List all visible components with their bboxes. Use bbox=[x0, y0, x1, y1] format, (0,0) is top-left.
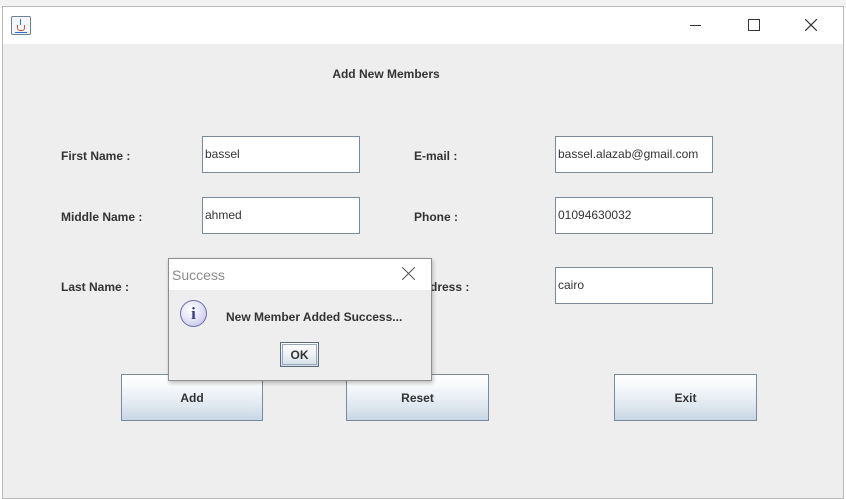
maximize-icon bbox=[748, 19, 760, 31]
phone-field[interactable]: 01094630032 bbox=[555, 197, 713, 234]
dialog-message: New Member Added Success... bbox=[226, 310, 403, 324]
java-app-icon bbox=[11, 16, 31, 35]
info-icon: i bbox=[180, 300, 207, 327]
middle-name-field[interactable]: ahmed bbox=[202, 197, 360, 234]
dialog-title: Success bbox=[172, 267, 225, 283]
close-icon bbox=[401, 266, 416, 281]
title-bar[interactable] bbox=[3, 7, 843, 44]
maximize-button[interactable] bbox=[730, 7, 776, 44]
form-title: Add New Members bbox=[332, 67, 440, 81]
ok-button[interactable]: OK bbox=[280, 342, 319, 367]
last-name-label: Last Name : bbox=[61, 280, 130, 294]
first-name-field[interactable]: bassel bbox=[202, 136, 360, 173]
minimize-button[interactable] bbox=[673, 7, 719, 44]
email-label: E-mail : bbox=[414, 149, 458, 163]
reset-button[interactable]: Reset bbox=[346, 374, 489, 421]
exit-button[interactable]: Exit bbox=[614, 374, 757, 421]
email-field[interactable]: bassel.alazab@gmail.com bbox=[555, 136, 713, 173]
phone-label: Phone : bbox=[414, 210, 458, 224]
app-window: Add New Members First Name : bassel E-ma… bbox=[2, 6, 844, 499]
minimize-icon bbox=[690, 25, 701, 26]
add-button[interactable]: Add bbox=[121, 374, 263, 421]
middle-name-label: Middle Name : bbox=[61, 210, 143, 224]
dialog-close-button[interactable] bbox=[401, 266, 416, 285]
first-name-label: First Name : bbox=[61, 149, 131, 163]
dialog-title-bar[interactable]: Success bbox=[169, 259, 431, 290]
address-field[interactable]: cairo bbox=[555, 267, 713, 304]
success-dialog: Success i New Member Added Success... OK bbox=[168, 258, 432, 381]
close-icon bbox=[805, 19, 817, 31]
close-window-button[interactable] bbox=[788, 7, 834, 44]
